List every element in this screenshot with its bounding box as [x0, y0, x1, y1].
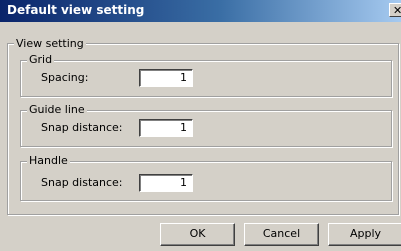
spacing-input[interactable]: 1: [139, 69, 193, 87]
window-title: Default view setting: [7, 3, 145, 17]
close-icon: ✕: [393, 4, 401, 17]
handle-snap-distance-input[interactable]: 1: [139, 174, 193, 192]
spacing-label: Spacing:: [41, 71, 89, 84]
dialog-window: Default view setting ✕ View setting Grid…: [0, 0, 401, 251]
grid-label: Grid: [27, 53, 55, 67]
spacing-value: 1: [180, 71, 187, 84]
guide-snap-distance-value: 1: [180, 121, 187, 134]
handle-snap-distance-value: 1: [180, 176, 187, 189]
guide-snap-distance-input[interactable]: 1: [139, 119, 193, 137]
guide-snap-distance-label: Snap distance:: [41, 121, 123, 134]
handle-label: Handle: [27, 154, 70, 168]
handle-snap-distance-label: Snap distance:: [41, 176, 123, 189]
guide-line-label: Guide line: [27, 103, 87, 117]
close-button[interactable]: ✕: [389, 3, 401, 17]
ok-button[interactable]: OK: [160, 223, 235, 246]
view-setting-label: View setting: [14, 37, 86, 51]
cancel-button[interactable]: Cancel: [244, 223, 319, 246]
apply-button[interactable]: Apply: [328, 223, 401, 246]
title-bar: Default view setting: [0, 0, 401, 22]
